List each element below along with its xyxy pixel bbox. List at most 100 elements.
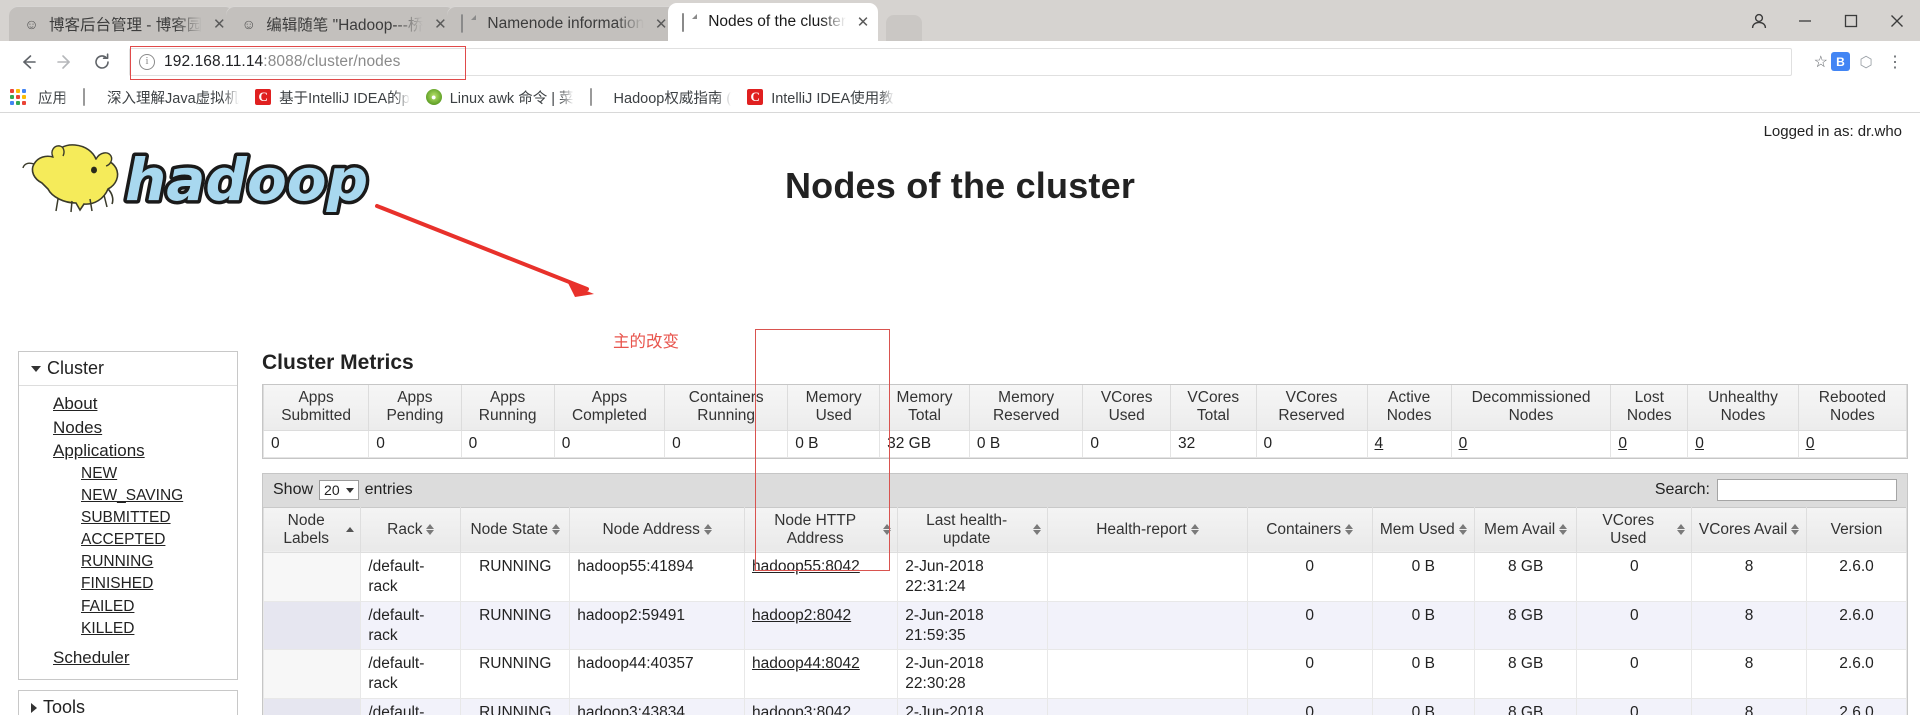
nodes-col-node-labels[interactable]: Node Labels — [262, 506, 362, 554]
browser-tab-2[interactable]: ☺ 编辑随笔 "Hadoop---桥 ✕ — [226, 6, 456, 41]
sidebar-header-tools[interactable]: Tools — [19, 691, 237, 715]
sidebar-item-killed[interactable]: KILLED — [19, 618, 237, 640]
page-length-select[interactable]: 20 — [319, 480, 359, 501]
close-window-button[interactable] — [1874, 0, 1920, 41]
sidebar-header-cluster[interactable]: Cluster — [19, 352, 237, 386]
nodes-col-rack[interactable]: Rack — [360, 506, 462, 554]
window-controls — [1736, 0, 1920, 41]
page-length-value: 20 — [324, 482, 340, 499]
nodes-col-version[interactable]: Version — [1806, 506, 1907, 554]
sidebar-item-nodes[interactable]: Nodes — [19, 416, 237, 440]
new-tab-button[interactable] — [886, 15, 923, 41]
document-icon — [589, 88, 607, 106]
metrics-col-rebooted-nodes: Rebooted Nodes — [1797, 385, 1908, 431]
nodes-col-vcores-used[interactable]: VCores Used — [1576, 506, 1693, 554]
address-bar[interactable]: i 192.168.11.14:8088/cluster/nodes — [129, 45, 1792, 80]
maximize-button[interactable] — [1828, 0, 1874, 41]
cell-vcores-used: 0 — [1576, 698, 1693, 715]
col-label: VCores Used — [1602, 511, 1655, 547]
back-icon[interactable] — [12, 46, 44, 78]
nodes-col-containers[interactable]: Containers — [1246, 506, 1373, 554]
cell-node-http-address-link[interactable]: hadoop55:8042 — [752, 558, 860, 575]
profile-badge[interactable]: B — [1831, 52, 1850, 71]
table-row[interactable]: /default-rack RUNNING hadoop55:41894 had… — [262, 552, 1907, 602]
table-row[interactable]: /default-rack RUNNING hadoop44:40357 had… — [262, 649, 1907, 700]
cell-node-http-address-link[interactable]: hadoop44:8042 — [752, 655, 860, 672]
nodes-col-node-state[interactable]: Node State — [460, 506, 571, 554]
bookmark-star-icon[interactable]: ☆ — [1814, 52, 1828, 72]
sort-icon — [1458, 524, 1467, 536]
metrics-value-memory-used: 0 B — [787, 429, 881, 458]
bookmark-item-4[interactable]: Hadoop权威指南 ( — [589, 87, 731, 108]
bookmark-item-3[interactable]: ● Linux awk 命令 | 菜 — [425, 87, 574, 108]
bookmark-apps[interactable]: 应用 — [38, 87, 67, 108]
cell-node-http-address-link[interactable]: hadoop2:8042 — [752, 607, 851, 624]
sidebar-item-applications[interactable]: Applications — [19, 439, 237, 463]
col-label: Mem Avail — [1484, 520, 1556, 538]
minimize-button[interactable] — [1782, 0, 1828, 41]
sidebar-item-submitted[interactable]: SUBMITTED — [19, 507, 237, 529]
table-row[interactable]: /default-rack RUNNING hadoop3:43834 hado… — [262, 698, 1907, 715]
person-icon: ☺ — [24, 15, 39, 32]
browser-menu-icon[interactable]: ⋮ — [1882, 52, 1908, 72]
entries-label: entries — [364, 481, 413, 499]
profile-icon[interactable] — [1736, 0, 1782, 41]
col-label: Containers — [1266, 520, 1342, 538]
bookmark-item-1[interactable]: 深入理解Java虚拟机 — [83, 87, 239, 108]
nodes-col-mem-avail[interactable]: Mem Avail — [1473, 506, 1578, 554]
datatable-toolbar: Show 20 entries Search: — [263, 473, 1907, 507]
metrics-value-unhealthy-nodes[interactable]: 0 — [1695, 435, 1704, 452]
metrics-col-vcores-used: VCores Used — [1082, 385, 1171, 431]
sidebar-item-finished[interactable]: FINISHED — [19, 573, 237, 595]
cell-last-health-update: 2-Jun-2018 21:59:35 — [897, 600, 1049, 651]
cell-vcores-avail: 8 — [1691, 698, 1808, 715]
nodes-col-last-health-update[interactable]: Last health-update — [897, 506, 1049, 554]
cell-node-http-address-link[interactable]: hadoop3:8042 — [752, 704, 851, 715]
forward-icon[interactable] — [49, 46, 81, 78]
sidebar-item-running[interactable]: RUNNING — [19, 551, 237, 573]
apps-grid-icon[interactable] — [10, 88, 28, 107]
cell-node-labels — [262, 698, 362, 715]
nodes-col-health-report[interactable]: Health-report — [1047, 506, 1248, 554]
page-length-control[interactable]: Show 20 entries — [273, 480, 413, 501]
nodes-table-body: /default-rack RUNNING hadoop55:41894 had… — [262, 552, 1907, 715]
sort-icon — [552, 524, 561, 536]
extension-icon[interactable]: ⬡ — [1853, 53, 1879, 71]
browser-tab-1[interactable]: ☺ 博客后台管理 - 博客园 ✕ — [9, 6, 235, 41]
sidebar-item-new[interactable]: NEW — [19, 463, 237, 485]
search-input[interactable] — [1717, 479, 1897, 502]
metrics-value-active-nodes[interactable]: 4 — [1375, 435, 1384, 452]
bookmark-item-2[interactable]: C 基于IntelliJ IDEA的p — [255, 87, 410, 108]
browser-tab-3[interactable]: Namenode information ✕ — [447, 6, 677, 41]
sidebar-item-failed[interactable]: FAILED — [19, 596, 237, 618]
cell-node-labels — [262, 552, 362, 602]
metrics-value-decommissioned-nodes[interactable]: 0 — [1459, 435, 1468, 452]
sidebar-item-accepted[interactable]: ACCEPTED — [19, 529, 237, 551]
cell-last-health-update: 2-Jun-2018 22:31:24 — [897, 552, 1049, 602]
col-label: Last health-update — [926, 511, 1008, 547]
info-icon[interactable]: i — [139, 53, 155, 70]
reload-icon[interactable] — [86, 46, 118, 78]
sort-icon — [1791, 524, 1800, 536]
sidebar-item-new-saving[interactable]: NEW_SAVING — [19, 485, 237, 507]
nodes-col-mem-used[interactable]: Mem Used — [1371, 506, 1475, 554]
cell-health-report — [1047, 649, 1248, 700]
cell-vcores-avail: 8 — [1691, 649, 1808, 700]
nodes-col-vcores-avail[interactable]: VCores Avail — [1691, 506, 1808, 554]
nodes-col-node-http-address[interactable]: Node HTTP Address — [744, 506, 899, 554]
nodes-col-node-address[interactable]: Node Address — [569, 506, 746, 554]
table-row[interactable]: /default-rack RUNNING hadoop2:59491 hado… — [262, 600, 1907, 651]
col-label: Node State — [470, 520, 549, 538]
close-icon[interactable]: ✕ — [854, 13, 872, 31]
cell-mem-used: 0 B — [1371, 600, 1475, 651]
cell-version: 2.6.0 — [1806, 600, 1907, 651]
sidebar-item-scheduler[interactable]: Scheduler — [19, 646, 237, 670]
cell-node-labels — [262, 649, 362, 700]
col-label: Node Labels — [283, 511, 330, 547]
metrics-value-rebooted-nodes[interactable]: 0 — [1806, 435, 1815, 452]
cell-mem-avail: 8 GB — [1473, 698, 1578, 715]
browser-tab-4-active[interactable]: Nodes of the cluster ✕ — [668, 3, 879, 41]
bookmark-item-5[interactable]: C IntelliJ IDEA使用教 — [747, 87, 894, 108]
sidebar-item-about[interactable]: About — [19, 392, 237, 416]
metrics-value-lost-nodes[interactable]: 0 — [1618, 435, 1627, 452]
